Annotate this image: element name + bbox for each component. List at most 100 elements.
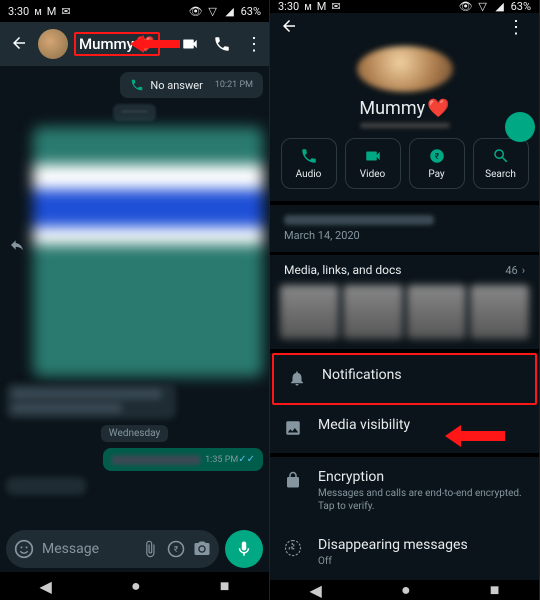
nav-back-icon[interactable]: ◀ [40,577,52,596]
action-label: Search [485,169,516,180]
mic-icon [235,540,253,558]
security-section: Encryption Messages and calls are end-to… [270,457,539,580]
read-ticks-icon: ✓✓ [238,454,255,465]
notifications-row[interactable]: Notifications [272,353,537,405]
back-button[interactable] [6,30,32,59]
encryption-label: Encryption [318,469,525,485]
battery-text: 63% [511,0,531,13]
missed-label: No answer [150,79,202,92]
status-icon: ✉ [331,0,340,13]
camera-icon[interactable] [193,540,211,558]
disappearing-row[interactable]: Disappearing messages Off [270,525,539,580]
missed-call-bubble[interactable]: No answer 10:21 PM [120,72,263,98]
signal-icon: ◢ [494,1,506,13]
audio-call-button[interactable]: Audio [281,138,337,189]
image-icon [284,419,304,441]
rupee-icon[interactable]: ₹ [167,540,185,558]
wifi-icon: ▽ [477,1,489,13]
media-links-docs-row[interactable]: Media, links, and docs 46 › [270,255,539,285]
message-placeholder: Message [42,541,133,557]
status-icon: ᴍ [34,5,42,18]
encryption-sublabel: Messages and calls are end-to-end encryp… [318,487,525,513]
video-call-icon[interactable] [181,35,199,53]
pay-button[interactable]: ₹ Pay [409,138,465,189]
disappearing-label: Disappearing messages [318,537,525,553]
status-icon: ᴍ [304,0,312,13]
annotation-arrow-notifications [445,423,505,449]
bell-icon [288,369,308,391]
attach-icon[interactable] [141,540,159,558]
missed-time: 10:21 PM [215,80,253,90]
action-label: Audio [296,169,322,180]
settings-section: Notifications Media visibility [270,353,539,453]
nav-recents-icon[interactable]: ■ [220,576,230,596]
chevron-right-icon: › [522,264,525,277]
video-icon [364,147,382,165]
action-row: Audio Video ₹ Pay Search [270,138,539,201]
contact-avatar-large[interactable] [357,46,453,92]
chat-body[interactable]: No answer 10:21 PM ·········· Wednesday … [0,66,269,526]
contact-info-screen: 3:30 ᴍ M ✉ 👁 ▽ ◢ 63% ⋮ Mummy❤️ Audio Vid… [270,0,540,600]
message-fab[interactable] [505,112,535,142]
status-icon: M [317,0,327,13]
contact-avatar[interactable] [38,29,68,59]
encryption-row[interactable]: Encryption Messages and calls are end-to… [270,457,539,525]
contact-name-info: Mummy❤️ [270,98,539,119]
nav-home-icon[interactable]: ● [131,576,141,596]
emoji-icon[interactable] [14,539,34,559]
day-chip: Wednesday [101,425,168,442]
disappearing-sublabel: Off [318,555,525,568]
incoming-message[interactable] [6,383,176,419]
bubble-time: 1:35 PM [205,455,238,465]
phone-icon[interactable] [213,35,231,53]
nav-recents-icon[interactable]: ■ [490,580,500,600]
more-menu-icon[interactable]: ⋮ [499,13,533,42]
media-thumbnails[interactable] [270,285,539,349]
info-header: ⋮ [270,13,539,42]
about-text [284,215,434,225]
rupee-icon: ₹ [428,147,446,165]
signal-icon: ◢ [224,5,236,17]
more-menu-icon[interactable]: ⋮ [245,34,263,55]
outgoing-message[interactable]: 1:35 PM ✓✓ [103,448,263,471]
svg-text:₹: ₹ [174,545,179,555]
search-button[interactable]: Search [473,138,529,189]
annotation-arrow-name [130,32,180,56]
image-message[interactable] [33,127,263,377]
media-section: Media, links, and docs 46 › [270,255,539,349]
heart-icon: ❤️ [427,98,449,119]
media-thumb[interactable] [343,285,402,339]
incoming-message[interactable] [6,477,86,495]
back-button[interactable] [276,13,302,42]
android-nav-right: ◀ ● ■ [270,580,539,600]
eye-icon: 👁 [190,5,202,17]
nav-home-icon[interactable]: ● [401,580,411,600]
battery-text: 63% [241,5,261,18]
svg-text:₹: ₹ [434,152,439,162]
status-icon: ✉ [61,5,70,18]
call-icon [130,78,144,92]
contact-name-text: Mummy [79,35,134,53]
status-icon: M [47,5,57,18]
status-bar-left: 3:30 ᴍ M ✉ 👁 ▽ ◢ 63% [0,0,269,22]
nav-back-icon[interactable]: ◀ [310,581,322,600]
arrow-left-icon [10,34,28,52]
notifications-label: Notifications [322,367,521,383]
phone-number [360,123,450,128]
media-thumb[interactable] [407,285,466,339]
chat-screen: 3:30 ᴍ M ✉ 👁 ▽ ◢ 63% Mummy❤️ ⋮ [0,0,270,600]
status-time: 3:30 [8,5,29,18]
media-thumb[interactable] [280,285,339,339]
date-chip: ·········· [113,104,155,121]
lock-icon [284,471,304,493]
forward-icon[interactable] [9,237,25,257]
media-thumb[interactable] [470,285,529,339]
message-input[interactable]: Message ₹ [6,530,219,568]
video-call-button[interactable]: Video [345,138,401,189]
arrow-left-icon [280,17,298,35]
mic-button[interactable] [225,530,263,568]
message-input-bar: Message ₹ [0,526,269,572]
mld-label: Media, links, and docs [284,263,401,277]
about-date: March 14, 2020 [270,229,539,252]
android-nav-left: ◀ ● ■ [0,572,269,600]
